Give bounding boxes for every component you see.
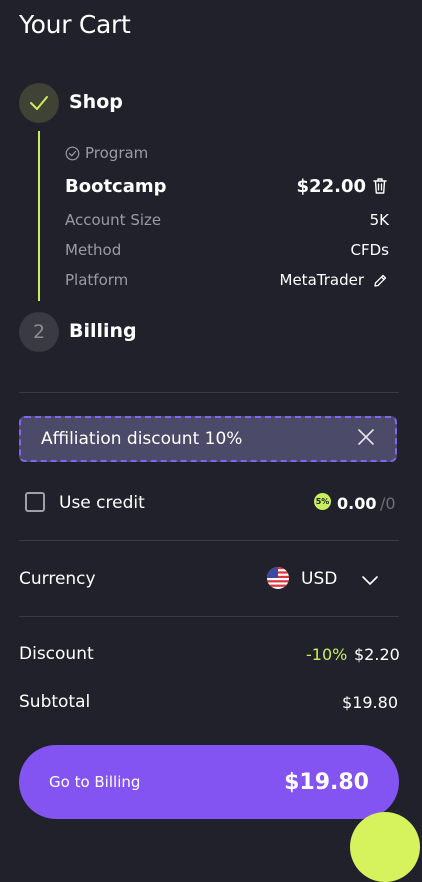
affiliation-discount-text: Affiliation discount 10% xyxy=(41,429,243,449)
us-flag-icon xyxy=(267,567,289,589)
step-shop-label: Shop xyxy=(69,91,123,113)
chat-launcher-button[interactable] xyxy=(350,812,420,882)
account-size-value: 5K xyxy=(369,211,389,229)
check-circle-icon xyxy=(65,146,80,160)
divider xyxy=(19,392,399,393)
credit-badge-icon: 5% xyxy=(314,493,331,510)
go-to-billing-amount: $19.80 xyxy=(284,769,369,795)
discount-label: Discount xyxy=(19,644,94,664)
go-to-billing-button[interactable]: Go to Billing $19.80 xyxy=(19,745,399,819)
platform-value: MetaTrader xyxy=(279,271,364,289)
use-credit-label: Use credit xyxy=(59,493,145,513)
affiliation-discount-chip: Affiliation discount 10% xyxy=(19,416,397,462)
credit-amount: 0.00 xyxy=(337,494,377,513)
step-complete-indicator xyxy=(19,83,59,123)
divider xyxy=(19,540,399,541)
trash-icon[interactable] xyxy=(372,177,388,199)
chevron-down-icon[interactable] xyxy=(361,572,379,591)
credit-max: /0 xyxy=(380,494,396,513)
currency-label: Currency xyxy=(19,569,96,589)
subtotal-label: Subtotal xyxy=(19,692,91,712)
page-title: Your Cart xyxy=(19,10,131,39)
program-name: Bootcamp xyxy=(65,176,167,197)
divider xyxy=(19,616,399,617)
step-billing-label: Billing xyxy=(69,320,137,342)
currency-select[interactable]: USD xyxy=(301,569,337,589)
platform-label: Platform xyxy=(65,271,129,289)
step-2-indicator: 2 xyxy=(19,312,59,352)
discount-amount: $2.20 xyxy=(354,645,400,664)
subtotal-amount: $19.80 xyxy=(342,693,398,712)
go-to-billing-label: Go to Billing xyxy=(49,773,141,791)
program-price: $22.00 xyxy=(296,176,366,197)
program-tag-label: Program xyxy=(85,144,149,162)
method-value: CFDs xyxy=(350,241,389,259)
method-label: Method xyxy=(65,241,122,259)
step-connector-line xyxy=(38,131,40,301)
account-size-label: Account Size xyxy=(65,211,162,229)
pencil-icon[interactable] xyxy=(373,273,388,292)
discount-percent: -10% xyxy=(306,645,348,664)
use-credit-checkbox[interactable] xyxy=(25,492,45,512)
close-icon[interactable] xyxy=(357,428,375,450)
check-icon xyxy=(30,96,48,110)
program-tag: Program xyxy=(65,144,148,162)
